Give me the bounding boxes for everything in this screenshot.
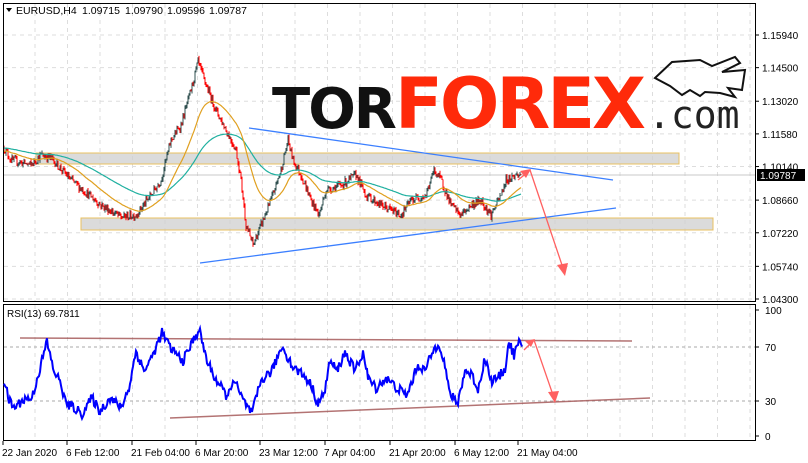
logo-forex: FOREX (395, 63, 645, 145)
price-tick-label: 1.13020 (762, 97, 799, 108)
time-tick-label: 6 Mar 20:00 (195, 448, 249, 459)
price-tick-label: 1.15940 (762, 31, 799, 42)
open-value: 1.09715 (82, 5, 120, 17)
time-tick-label: 21 Apr 20:00 (389, 448, 446, 459)
rsi-axis: 100 70 30 0 (755, 306, 782, 443)
price-axis: 1.159401.145001.130201.115801.101401.086… (755, 31, 799, 306)
rsi-forecast-arrow[interactable] (523, 339, 559, 403)
time-tick-label: 21 May 04:00 (517, 448, 578, 459)
time-tick-label: 22 Jan 2020 (2, 448, 57, 459)
rsi-tick-label: 100 (765, 306, 782, 317)
time-tick-label: 23 Mar 12:00 (259, 448, 318, 459)
price-tick-label: 1.07220 (762, 229, 799, 240)
rsi-tick-label: 30 (765, 397, 777, 408)
high-value: 1.09790 (125, 5, 163, 17)
symbol-label: EURUSD,H4 (16, 5, 77, 17)
rsi-upper-trendline[interactable] (19, 337, 633, 342)
dropdown-triangle-icon[interactable] (6, 8, 12, 12)
price-tick-label: 1.08660 (762, 196, 799, 207)
rsi-tick-label: 0 (765, 432, 771, 443)
price-tick-label: 1.04300 (762, 295, 799, 306)
rsi-lower-trendline[interactable] (169, 397, 651, 419)
time-axis: 22 Jan 2020 6 Feb 12:00 21 Feb 04:00 6 Mar … (2, 441, 578, 459)
bull-icon (653, 55, 747, 99)
current-price-label: 1.09787 (760, 171, 797, 182)
support-zone[interactable] (80, 217, 714, 231)
time-tick-label: 6 May 12:00 (454, 448, 509, 459)
price-tick-label: 1.05740 (762, 262, 799, 273)
low-value: 1.09596 (167, 5, 205, 17)
rsi-title: RSI(13) 69.7811 (7, 309, 80, 320)
time-tick-label: 6 Feb 12:00 (66, 448, 120, 459)
torforex-logo: TOR FOREX .com (272, 55, 747, 145)
logo-tor: TOR (272, 77, 396, 142)
lower-trendline[interactable] (199, 207, 617, 264)
trading-chart: TOR FOREX .com EURUSD,H4 1.09715 1.09790… (2, 3, 805, 459)
close-value: 1.09787 (209, 5, 247, 17)
rsi-panel-frame (3, 304, 756, 441)
rsi-tick-label: 70 (765, 343, 777, 354)
time-tick-label: 7 Apr 04:00 (324, 448, 376, 459)
time-tick-label: 21 Feb 04:00 (131, 448, 190, 459)
logo-com: .com (648, 93, 740, 137)
rsi-line[interactable] (3, 324, 523, 422)
price-tick-label: 1.14500 (762, 64, 799, 75)
resistance-zone[interactable] (35, 152, 680, 165)
price-tick-label: 1.11580 (762, 130, 798, 141)
chart-header: EURUSD,H4 1.09715 1.09790 1.09596 1.0978… (6, 5, 247, 17)
